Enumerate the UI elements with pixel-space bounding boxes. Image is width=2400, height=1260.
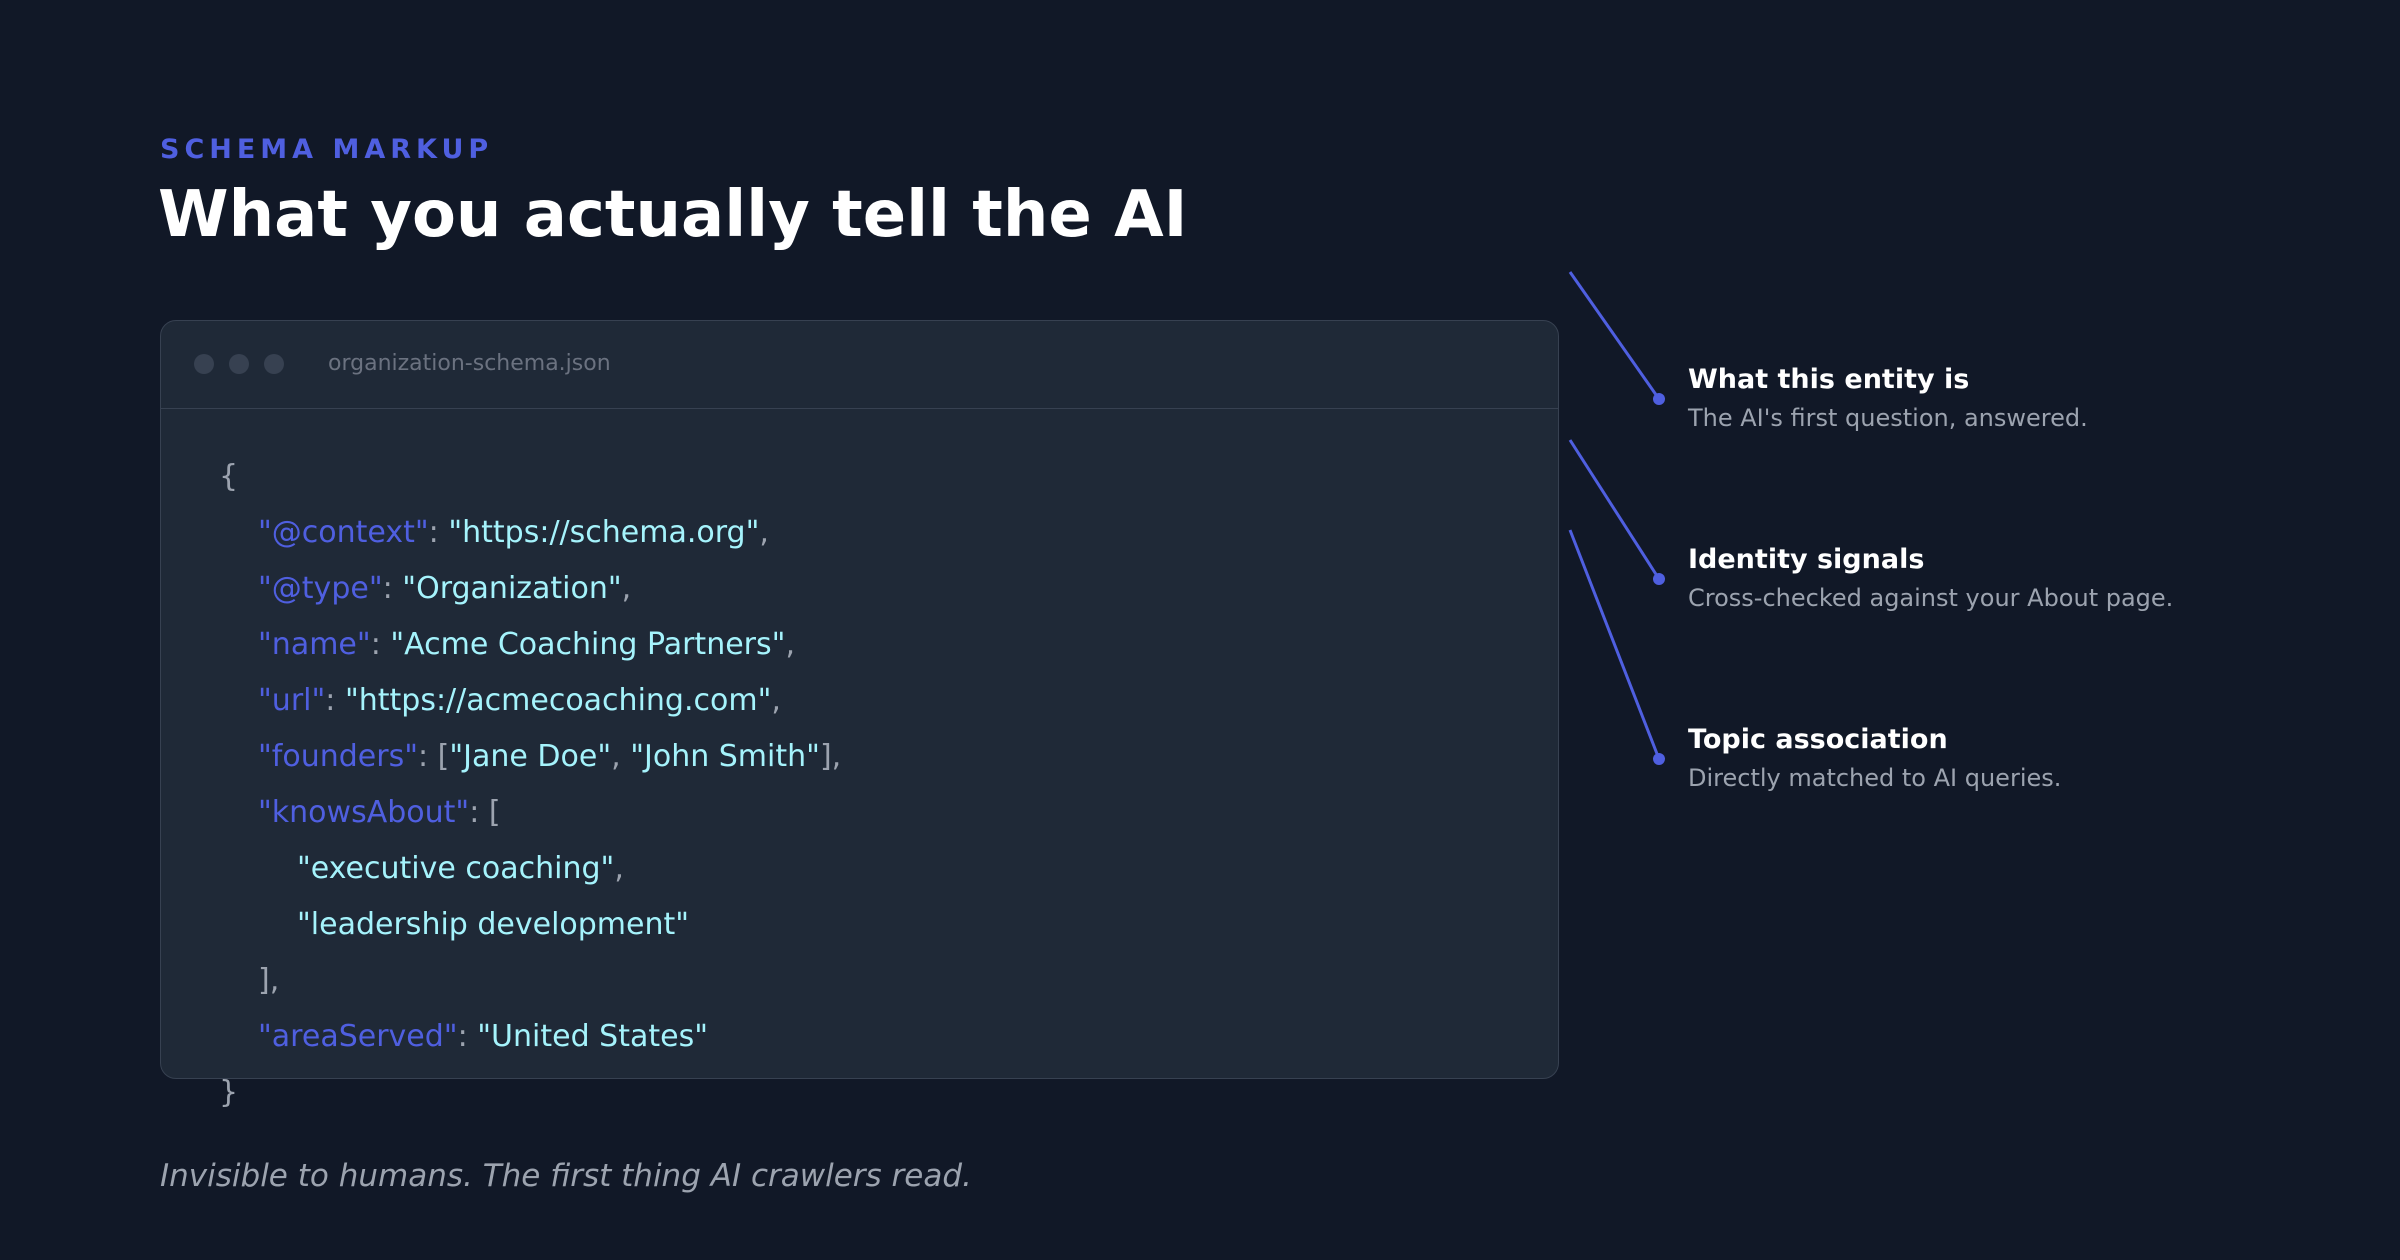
page-title: What you actually tell the AI — [158, 178, 1188, 252]
annotation-identity: Identity signals Cross-checked against y… — [1688, 542, 2173, 618]
annotation-title: Topic association — [1688, 724, 1948, 755]
code-punctuation: : — [325, 683, 345, 718]
code-line: "leadership development" — [219, 897, 841, 953]
code-punctuation: , — [785, 627, 795, 662]
code-punctuation: , — [621, 571, 632, 606]
code-punctuation: ], — [819, 739, 842, 774]
code-punctuation: , — [614, 851, 624, 886]
code-line: "@context": "https://schema.org", — [219, 505, 841, 561]
code-string: "Acme Coaching Partners" — [390, 627, 786, 662]
code-line: "knowsAbout": [ — [219, 785, 841, 841]
code-punctuation: } — [219, 1075, 239, 1110]
code-key: "@context" — [258, 515, 429, 550]
footer-caption: Invisible to humans. The first thing AI … — [160, 1158, 972, 1194]
code-line: "@type": "Organization", — [219, 561, 841, 617]
code-punctuation: : — [457, 1019, 478, 1054]
code-line: "founders": ["Jane Doe", "John Smith"], — [219, 729, 841, 785]
window-dot-icon — [229, 354, 249, 374]
connector-line — [1568, 529, 1661, 760]
connector-dot-icon — [1653, 753, 1665, 765]
code-punctuation: : — [370, 627, 391, 662]
code-key: "knowsAbout" — [258, 795, 470, 830]
connector-line — [1568, 271, 1661, 400]
code-punctuation: : — [382, 571, 403, 606]
code-punctuation: , — [771, 683, 781, 718]
connector-dot-icon — [1653, 573, 1665, 585]
code-key: "founders" — [258, 739, 419, 774]
code-window: organization-schema.json { "@context": "… — [160, 320, 1559, 1110]
code-punctuation: , — [759, 515, 769, 550]
code-string: "leadership development" — [297, 907, 690, 942]
annotation-description: The AI's first question, answered. — [1688, 404, 2088, 432]
section-eyebrow: SCHEMA MARKUP — [160, 134, 494, 165]
code-punctuation: ], — [258, 963, 280, 998]
code-string: "https://acmecoaching.com" — [344, 683, 772, 718]
code-punctuation: : [ — [469, 795, 501, 830]
annotation-description: Cross-checked against your About page. — [1688, 584, 2174, 612]
code-line: ], — [219, 953, 841, 1009]
code-string: "Jane Doe" — [449, 739, 612, 774]
window-titlebar: organization-schema.json — [161, 321, 1558, 409]
annotation-description: Directly matched to AI queries. — [1688, 764, 2062, 792]
code-string: "Organization" — [402, 571, 622, 606]
code-filename: organization-schema.json — [328, 351, 611, 376]
code-punctuation: : — [428, 515, 449, 550]
code-key: "@type" — [258, 571, 383, 606]
code-line: } — [219, 1065, 841, 1121]
code-string: "executive coaching" — [297, 851, 615, 886]
code-punctuation: , — [611, 739, 631, 774]
annotation-entity: What this entity is The AI's first quest… — [1688, 362, 2088, 438]
code-string: "https://schema.org" — [448, 515, 760, 550]
connector-dot-icon — [1653, 393, 1665, 405]
code-string: "John Smith" — [630, 739, 820, 774]
code-punctuation: : [ — [418, 739, 450, 774]
code-block: { "@context": "https://schema.org", "@ty… — [219, 449, 841, 1121]
code-line: "url": "https://acmecoaching.com", — [219, 673, 841, 729]
code-key: "areaServed" — [258, 1019, 458, 1054]
code-line: "executive coaching", — [219, 841, 841, 897]
window-dot-icon — [194, 354, 214, 374]
annotation-topic: Topic association Directly matched to AI… — [1688, 722, 2061, 798]
window-dot-icon — [264, 354, 284, 374]
slide: SCHEMA MARKUP What you actually tell the… — [0, 0, 2400, 1260]
code-punctuation: { — [219, 459, 239, 494]
connector-line — [1568, 439, 1661, 580]
code-line: { — [219, 449, 841, 505]
code-key: "name" — [258, 627, 371, 662]
annotation-title: What this entity is — [1688, 364, 1970, 395]
code-line: "areaServed": "United States" — [219, 1009, 841, 1065]
code-string: "United States" — [477, 1019, 708, 1054]
code-line: "name": "Acme Coaching Partners", — [219, 617, 841, 673]
code-key: "url" — [258, 683, 326, 718]
annotation-title: Identity signals — [1688, 544, 1925, 575]
